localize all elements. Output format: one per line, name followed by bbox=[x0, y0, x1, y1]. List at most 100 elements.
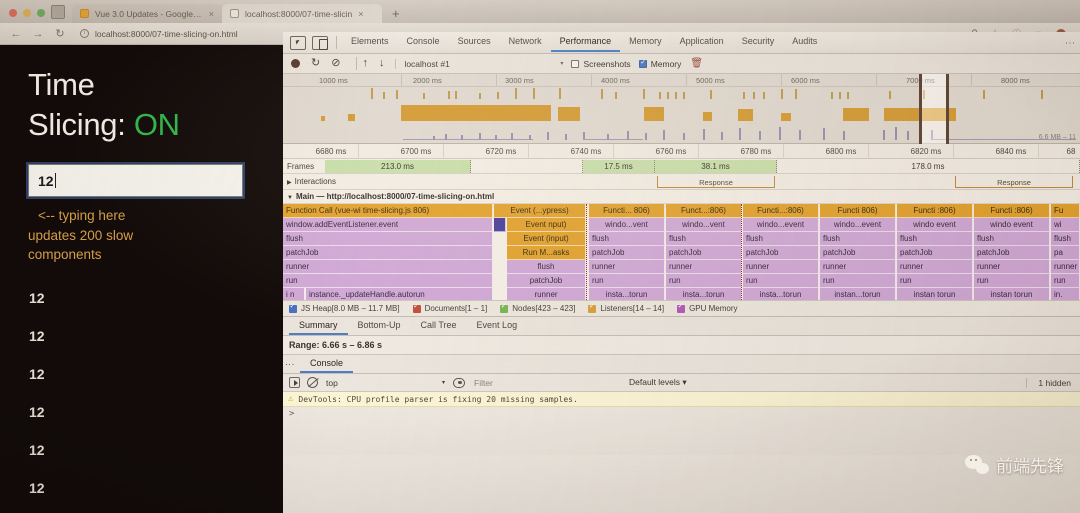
memory-checkbox[interactable]: Memory bbox=[638, 58, 681, 69]
flame-bar[interactable]: run bbox=[743, 274, 819, 288]
flame-bar[interactable]: runner bbox=[743, 260, 819, 274]
flame-bar-function-call[interactable]: Function Call (vue-wi time-slicing.js 80… bbox=[283, 204, 493, 218]
flame-bar[interactable]: run bbox=[589, 274, 665, 288]
console-levels-select[interactable]: Default levels ▾ bbox=[629, 377, 687, 388]
flame-bar[interactable]: windo event bbox=[974, 218, 1050, 232]
flame-bar-event[interactable]: Event (input) bbox=[507, 232, 586, 246]
counter-listeners[interactable]: Listeners[14 – 14] bbox=[588, 302, 664, 313]
counter-documents[interactable]: Documents[1 – 1] bbox=[412, 302, 487, 313]
flame-bar[interactable]: flush bbox=[974, 232, 1050, 246]
main-section-header[interactable]: ▼ Main — http://localhost:8000/07-time-sl… bbox=[283, 190, 1080, 204]
tab-bottom-up[interactable]: Bottom-Up bbox=[348, 318, 411, 335]
flame-bar[interactable]: instance._updateHandle.autorun bbox=[306, 288, 493, 300]
tab-elements[interactable]: Elements bbox=[342, 33, 398, 52]
flame-bar-function-call[interactable]: Funct...:806) bbox=[666, 204, 742, 218]
flame-bar[interactable]: windo...event bbox=[820, 218, 896, 232]
flame-bar[interactable]: instan torun bbox=[974, 288, 1050, 300]
frame-bar[interactable]: 213.0 ms bbox=[325, 160, 471, 173]
record-button[interactable] bbox=[291, 59, 300, 68]
forward-icon[interactable]: → bbox=[32, 28, 44, 40]
screenshots-checkbox[interactable]: Screenshots bbox=[571, 59, 631, 69]
flame-bar[interactable]: patchJob bbox=[507, 274, 586, 288]
close-tab-1-icon[interactable]: × bbox=[358, 9, 363, 19]
tab-call-tree[interactable]: Call Tree bbox=[411, 318, 467, 335]
flame-bar[interactable]: flush bbox=[666, 232, 742, 246]
flame-bar[interactable]: windo event bbox=[897, 218, 973, 232]
console-prompt[interactable]: > bbox=[283, 407, 1080, 421]
console-hidden-count[interactable]: 1 hidden bbox=[1026, 377, 1080, 388]
flame-bar[interactable]: patchJob bbox=[666, 246, 742, 260]
flame-bar[interactable]: run bbox=[283, 274, 493, 288]
flame-bar[interactable]: patchJob bbox=[974, 246, 1050, 260]
flame-bar[interactable]: flush bbox=[743, 232, 819, 246]
flame-bar[interactable]: flush bbox=[589, 232, 665, 246]
console-filter-input[interactable]: Filter bbox=[474, 378, 629, 388]
tab-summary[interactable]: Summary bbox=[289, 318, 348, 335]
maximize-window-button[interactable] bbox=[37, 9, 45, 17]
flame-bar[interactable]: window.addEventListener.event bbox=[283, 218, 493, 232]
flame-bar[interactable]: insta...torun bbox=[743, 288, 819, 300]
console-warning-message[interactable]: ⚠ DevTools: CPU profile parser is fixing… bbox=[283, 392, 1080, 407]
flame-bar[interactable]: flush bbox=[897, 232, 973, 246]
reload-and-record-icon[interactable]: ↻ bbox=[311, 58, 320, 69]
flame-bar[interactable]: patchJob bbox=[283, 246, 493, 260]
tab-audits[interactable]: Audits bbox=[783, 33, 826, 52]
flame-bar[interactable]: instan...torun bbox=[820, 288, 896, 300]
flame-bar[interactable]: windo...vent bbox=[666, 218, 742, 232]
tab-memory[interactable]: Memory bbox=[620, 33, 671, 52]
flame-bar[interactable]: runner bbox=[1051, 260, 1080, 274]
flame-bar[interactable]: run bbox=[897, 274, 973, 288]
flame-bar[interactable]: runner bbox=[974, 260, 1050, 274]
overview-selection-window[interactable] bbox=[919, 74, 949, 144]
timeline-overview[interactable]: 1000 ms 2000 ms 3000 ms 4000 ms 5000 ms … bbox=[283, 74, 1080, 144]
flame-bar-function-call[interactable]: Functi 806) bbox=[820, 204, 896, 218]
flame-bar[interactable]: run bbox=[666, 274, 742, 288]
flame-bar-blue[interactable] bbox=[494, 218, 506, 232]
expand-triangle-icon[interactable]: ▶ bbox=[287, 180, 292, 186]
tab-console[interactable]: Console bbox=[398, 33, 449, 52]
flame-chart[interactable]: Function Call (vue-wi time-slicing.js 80… bbox=[283, 204, 1080, 300]
flame-bar[interactable]: runner bbox=[820, 260, 896, 274]
flame-bar[interactable]: runner bbox=[589, 260, 665, 274]
counter-gpu-memory[interactable]: GPU Memory bbox=[677, 302, 738, 313]
flame-bar-event[interactable]: Event (...ypress) bbox=[494, 204, 586, 218]
inspect-element-icon[interactable] bbox=[290, 35, 306, 50]
flame-bar[interactable]: flush bbox=[283, 232, 493, 246]
flame-bar[interactable]: windo...vent bbox=[589, 218, 665, 232]
tab-sources[interactable]: Sources bbox=[449, 33, 500, 52]
flame-bar[interactable]: insta...torun bbox=[666, 288, 742, 300]
frame-bar-long[interactable]: 178.0 ms bbox=[777, 160, 1080, 173]
clear-console-icon[interactable] bbox=[307, 377, 318, 388]
flame-bar[interactable]: insta...torun bbox=[589, 288, 665, 300]
window-traffic-lights[interactable] bbox=[0, 9, 45, 23]
flame-bar[interactable]: flush bbox=[820, 232, 896, 246]
back-icon[interactable]: ← bbox=[10, 28, 22, 40]
flame-bar[interactable]: runner bbox=[283, 260, 493, 274]
flame-bar[interactable]: i n bbox=[283, 288, 305, 300]
flame-bar-function-call[interactable]: Functi :806) bbox=[974, 204, 1050, 218]
tab-network[interactable]: Network bbox=[500, 33, 551, 52]
reload-icon[interactable]: ↻ bbox=[54, 27, 66, 40]
flame-bar[interactable]: run bbox=[974, 274, 1050, 288]
minimize-window-button[interactable] bbox=[23, 9, 31, 17]
trash-icon[interactable]: 🗑 bbox=[690, 58, 703, 69]
close-tab-0-icon[interactable]: × bbox=[209, 9, 214, 19]
frame-bar[interactable]: 38.1 ms bbox=[655, 160, 777, 173]
flame-bar[interactable]: patchJob bbox=[743, 246, 819, 260]
console-context-select[interactable]: top ▾ bbox=[326, 378, 451, 388]
frame-bar[interactable]: 17.5 ms bbox=[583, 160, 655, 173]
interaction-response[interactable]: Response bbox=[657, 176, 775, 188]
flame-bar-event[interactable]: Event nput) bbox=[507, 218, 586, 232]
clear-recording-icon[interactable]: ⊘ bbox=[331, 58, 340, 69]
tab-application[interactable]: Application bbox=[671, 33, 733, 52]
console-sidebar-icon[interactable] bbox=[289, 377, 300, 388]
load-profile-icon[interactable]: ↑ bbox=[362, 58, 368, 69]
flame-bar[interactable]: runner bbox=[666, 260, 742, 274]
console-empty-area[interactable] bbox=[283, 455, 1080, 513]
flame-bar[interactable]: windo...event bbox=[743, 218, 819, 232]
browser-tab-0[interactable]: Vue 3.0 Updates - Google Sli × bbox=[72, 4, 222, 23]
flame-bar-function-call[interactable]: Functi :806) bbox=[897, 204, 973, 218]
drawer-tab-console[interactable]: Console bbox=[300, 356, 354, 373]
tab-security[interactable]: Security bbox=[733, 33, 784, 52]
flame-bar[interactable]: flush bbox=[507, 260, 586, 274]
